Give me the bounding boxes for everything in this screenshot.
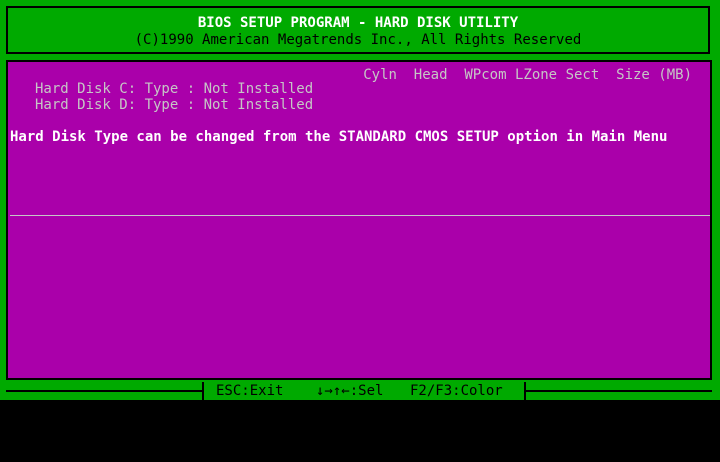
panel-divider [10,215,710,216]
program-title: BIOS SETUP PROGRAM - HARD DISK UTILITY [197,15,519,31]
esc-exit-hint: ESC:Exit [216,383,284,399]
hard-disk-panel: Cyln Head WPcom LZone Sect Size (MB) Har… [6,60,712,380]
status-bar: ESC:Exit ↓→↑←:Sel F2/F3:Color [0,381,720,400]
header-box: BIOS SETUP PROGRAM - HARD DISK UTILITY (… [6,6,710,54]
bios-screen: BIOS SETUP PROGRAM - HARD DISK UTILITY (… [0,0,720,400]
column-cyln: Cyln [363,67,397,83]
hard-disk-c-row[interactable]: Hard Disk C: Type : Not Installed [35,81,313,97]
copyright-notice: (C)1990 American Megatrends Inc., All Ri… [134,32,582,48]
arrow-select-hint: ↓→↑←:Sel [316,383,384,399]
column-wpcom: WPcom [464,67,507,83]
hard-disk-d-row[interactable]: Hard Disk D: Type : Not Installed [35,97,313,113]
column-headers: Cyln Head WPcom LZone Sect Size (MB) [363,67,692,83]
column-sect: Sect [565,67,600,83]
info-message: Hard Disk Type can be changed from the S… [10,129,668,145]
column-size: Size (MB) [616,67,692,83]
column-lzone: LZone [514,67,558,83]
color-toggle-hint: F2/F3:Color [410,383,503,399]
column-head: Head [413,67,448,83]
key-help-box: ESC:Exit ↓→↑←:Sel F2/F3:Color [202,382,526,400]
status-rule-right [526,390,712,392]
status-rule-left [6,390,202,392]
